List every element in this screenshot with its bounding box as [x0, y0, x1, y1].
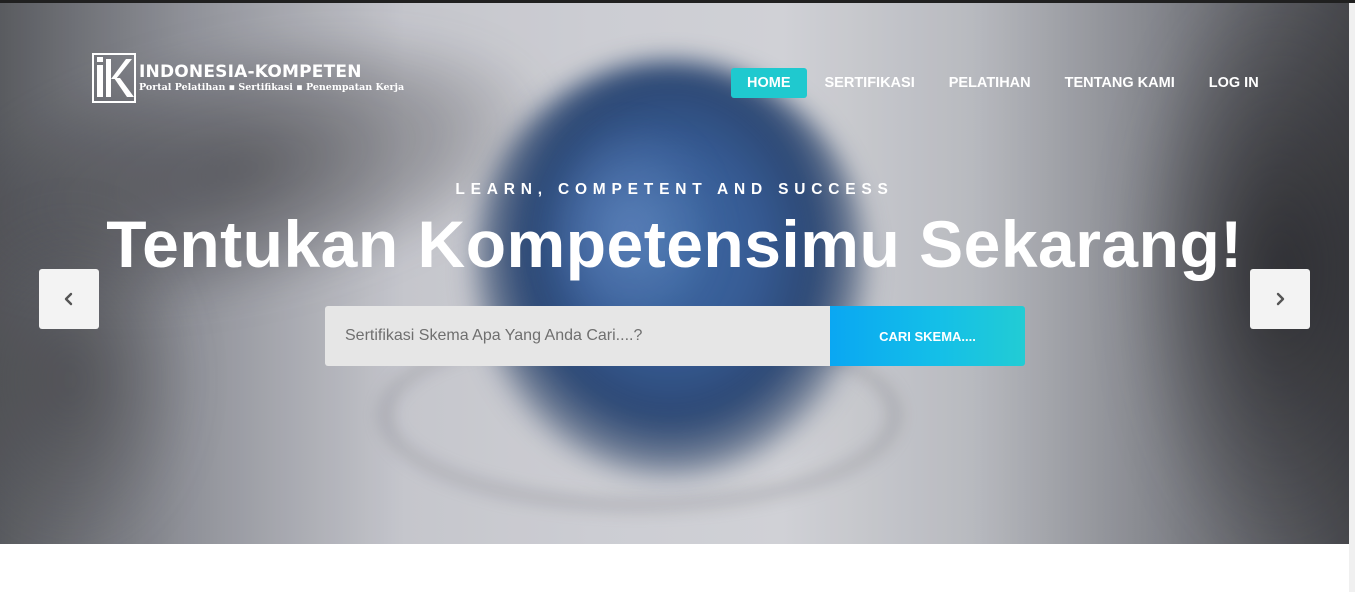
page-scrollbar[interactable]: [1349, 0, 1355, 592]
skema-search-form: CARI SKEMA....: [325, 306, 1025, 366]
chevron-left-icon: [64, 292, 73, 306]
hero-eyebrow: LEARN, COMPETENT AND SUCCESS: [455, 181, 894, 198]
search-skema-button[interactable]: CARI SKEMA....: [830, 306, 1025, 366]
chevron-right-icon: [1276, 292, 1285, 306]
brand-text: INDONESIA-KOMPETEN Portal Pelatihan ▪ Se…: [139, 62, 404, 94]
brand-logo[interactable]: INDONESIA-KOMPETEN Portal Pelatihan ▪ Se…: [92, 53, 404, 103]
main-nav: HOME SERTIFIKASI PELATIHAN TENTANG KAMI …: [731, 68, 1277, 98]
brand-title: INDONESIA-KOMPETEN: [139, 62, 362, 82]
content-area: [0, 544, 1349, 592]
carousel-prev-button[interactable]: [39, 269, 99, 329]
brand-tagline: Portal Pelatihan ▪ Sertifikasi ▪ Penempa…: [139, 82, 405, 93]
hero-headline: Tentukan Kompetensimu Sekarang!: [106, 207, 1243, 281]
page: INDONESIA-KOMPETEN Portal Pelatihan ▪ Se…: [0, 0, 1355, 592]
nav-pelatihan[interactable]: PELATIHAN: [933, 68, 1047, 98]
carousel-next-button[interactable]: [1250, 269, 1310, 329]
nav-sertifikasi[interactable]: SERTIFIKASI: [809, 68, 931, 98]
nav-tentang-kami[interactable]: TENTANG KAMI: [1049, 68, 1191, 98]
hero-banner: INDONESIA-KOMPETEN Portal Pelatihan ▪ Se…: [0, 0, 1349, 544]
ik-monogram-icon: [92, 53, 136, 103]
nav-log-in[interactable]: LOG IN: [1193, 68, 1275, 98]
top-border: [0, 0, 1355, 3]
nav-home[interactable]: HOME: [731, 68, 807, 98]
skema-search-input[interactable]: [325, 306, 830, 366]
